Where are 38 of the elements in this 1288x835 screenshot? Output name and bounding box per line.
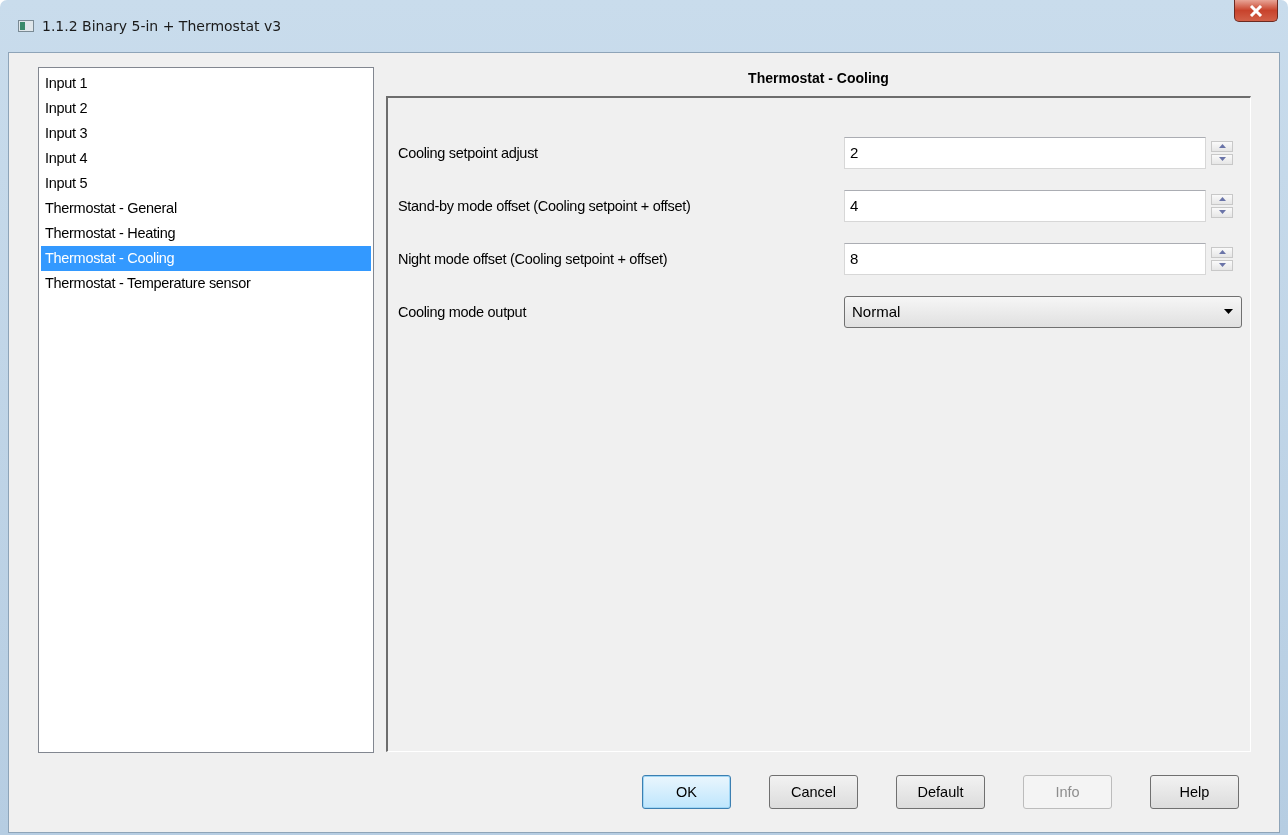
number-field[interactable]: 4 (844, 189, 1206, 222)
number-field[interactable]: 2 (844, 136, 1206, 169)
list-item[interactable]: Thermostat - General (41, 196, 371, 221)
dialog-button[interactable]: Help (1150, 775, 1239, 809)
caret-icon (1224, 309, 1233, 314)
field-label: Cooling mode output (398, 303, 528, 320)
dialog-button[interactable]: OK (642, 775, 731, 809)
list-item[interactable]: Input 5 (41, 171, 371, 196)
field-label: Cooling setpoint adjust (398, 144, 539, 161)
close-icon (1249, 4, 1263, 17)
list-item[interactable]: Input 2 (41, 96, 371, 121)
list-item[interactable]: Input 4 (41, 146, 371, 171)
up-arrow-icon (1218, 250, 1226, 254)
field-label: Stand-by mode offset (Cooling setpoint + offset) (398, 197, 692, 214)
field-label: Night mode offset (Cooling setpoint + offset) (398, 250, 669, 267)
app-icon (18, 20, 34, 32)
spin-down-button[interactable] (1211, 259, 1233, 271)
list-item[interactable]: Thermostat - Temperature sensor (41, 271, 371, 296)
spin-up-button[interactable] (1211, 140, 1233, 152)
spin-up-button[interactable] (1211, 193, 1233, 205)
number-field[interactable]: 8 (844, 242, 1206, 275)
down-arrow-icon (1218, 210, 1226, 214)
up-arrow-icon (1218, 197, 1226, 201)
spin-down-button[interactable] (1211, 153, 1233, 165)
spin-down-button[interactable] (1211, 206, 1233, 218)
list-item[interactable]: Thermostat - Heating (41, 221, 371, 246)
down-arrow-icon (1218, 157, 1226, 161)
dialog-button[interactable]: Cancel (769, 775, 858, 809)
list-item[interactable]: Input 3 (41, 121, 371, 146)
up-arrow-icon (1218, 144, 1226, 148)
down-arrow-icon (1218, 263, 1226, 267)
panel-title: Thermostat - Cooling (747, 69, 890, 88)
close-button[interactable] (1234, 0, 1278, 22)
list-item[interactable]: Input 1 (41, 71, 371, 96)
window-title: 1.1.2 Binary 5-in + Thermostat v3 (42, 18, 282, 34)
dialog-button[interactable]: Default (896, 775, 985, 809)
spin-up-button[interactable] (1211, 246, 1233, 258)
dropdown[interactable]: Normal (844, 295, 1242, 328)
